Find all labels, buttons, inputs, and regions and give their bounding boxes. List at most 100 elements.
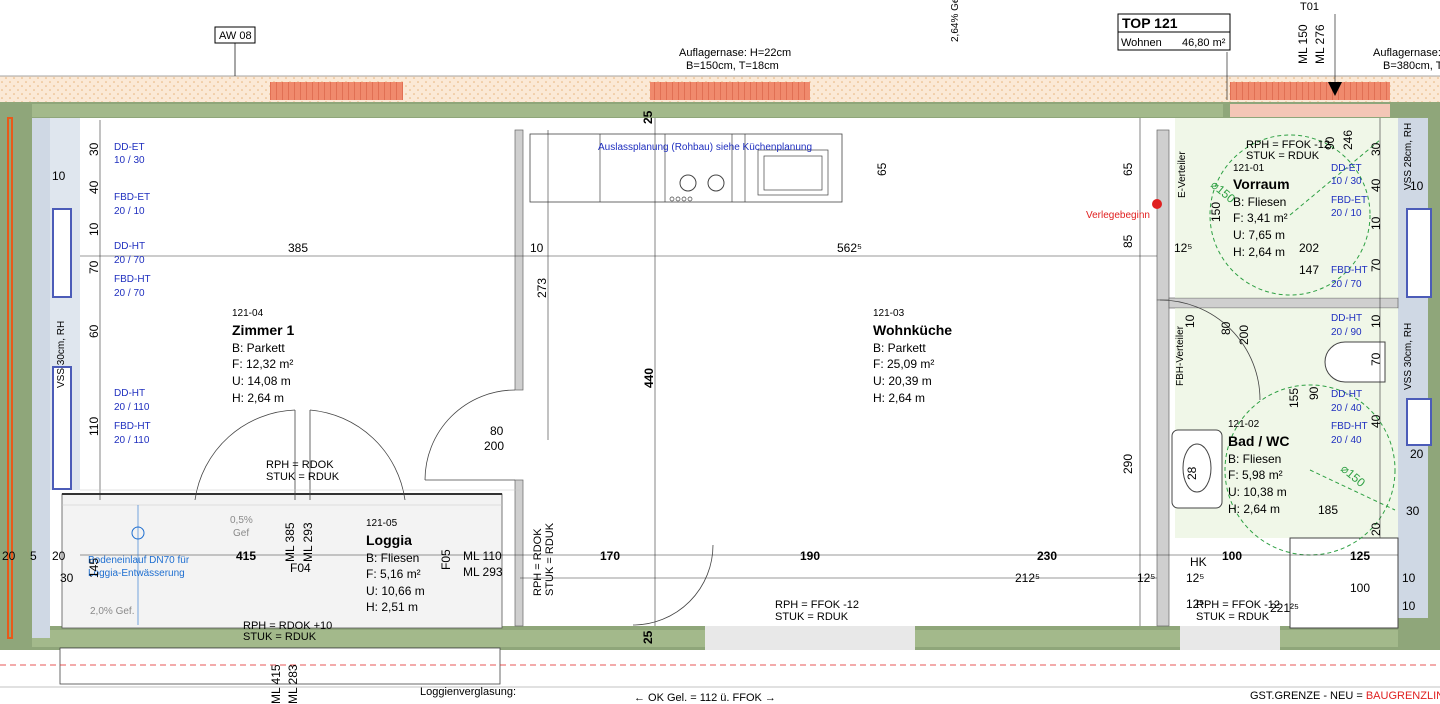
- svg-text:FBD-HT: FBD-HT: [1331, 265, 1368, 276]
- svg-text:DD-HT: DD-HT: [1331, 389, 1362, 400]
- svg-text:Vorraum: Vorraum: [1233, 176, 1290, 192]
- lintel-mid: [650, 82, 810, 100]
- svg-text:Bad / WC: Bad / WC: [1228, 433, 1289, 449]
- svg-text:20: 20: [2, 549, 16, 563]
- svg-text:H: 2,51 m: H: 2,51 m: [366, 600, 418, 614]
- slope-top: 2,64% Gef: [950, 0, 961, 42]
- svg-text:190: 190: [800, 549, 820, 563]
- svg-text:60: 60: [87, 324, 101, 338]
- top-use: Wohnen: [1121, 37, 1162, 49]
- lintel-left: [270, 82, 403, 100]
- svg-text:10: 10: [87, 222, 101, 236]
- svg-text:H: 2,64 m: H: 2,64 m: [1228, 502, 1280, 516]
- room-zimmer1: 121-04 Zimmer 1 B: Parkett F: 12,32 m² U…: [232, 308, 294, 405]
- svg-text:125: 125: [1350, 549, 1370, 563]
- t01-label: T01: [1300, 1, 1319, 13]
- svg-text:FBD-HT: FBD-HT: [1331, 421, 1368, 432]
- ml283-label: ML 283: [286, 664, 300, 704]
- svg-text:147: 147: [1299, 263, 1319, 277]
- svg-text:20: 20: [1410, 447, 1424, 461]
- svg-text:20 / 70: 20 / 70: [1331, 279, 1362, 290]
- svg-text:415: 415: [236, 549, 256, 563]
- floor-plan: TOP 121 Wohnen 46,80 m² AW 08 T01 Auflag…: [0, 0, 1440, 704]
- e-verteiler-label: E-Verteiler: [1177, 151, 1188, 198]
- f05-label: F05: [439, 549, 453, 570]
- svg-text:F: 5,98 m²: F: 5,98 m²: [1228, 468, 1283, 482]
- room-wohnkueche: 121-03 Wohnküche B: Parkett F: 25,09 m² …: [873, 308, 952, 405]
- svg-text:12⁵: 12⁵: [1174, 241, 1192, 255]
- svg-text:FBD-ET: FBD-ET: [1331, 195, 1367, 206]
- wall-zimmer-kitchen: [514, 129, 524, 391]
- svg-text:20: 20: [52, 549, 66, 563]
- svg-text:DD-HT: DD-HT: [114, 241, 145, 252]
- svg-text:U: 7,65 m: U: 7,65 m: [1233, 228, 1285, 242]
- svg-text:65: 65: [875, 162, 889, 176]
- lintel-left-1: Auflagernase: H=22cm: [679, 47, 791, 59]
- svg-text:30: 30: [87, 142, 101, 156]
- svg-text:12⁵: 12⁵: [1186, 597, 1204, 611]
- stuk-rduk-2: STUK = RDUK: [243, 631, 317, 643]
- gef-1: 0,5%: [230, 515, 253, 526]
- svg-text:385: 385: [288, 241, 308, 255]
- svg-text:121-01: 121-01: [1233, 163, 1265, 174]
- svg-text:20 / 110: 20 / 110: [114, 435, 150, 446]
- verlegebeginn-label: Verlegebeginn: [1086, 210, 1150, 221]
- svg-text:40: 40: [87, 180, 101, 194]
- top-area: 46,80 m²: [1182, 37, 1226, 49]
- svg-text:10: 10: [530, 241, 544, 255]
- svg-text:10: 10: [1402, 571, 1416, 585]
- ml385-label: ML 385: [283, 522, 297, 562]
- svg-text:B: Parkett: B: Parkett: [232, 341, 285, 355]
- svg-text:70: 70: [87, 260, 101, 274]
- svg-text:246: 246: [1341, 130, 1355, 150]
- stuk-rduk: STUK = RDUK: [266, 471, 340, 483]
- svg-text:28: 28: [1185, 466, 1199, 480]
- bodeneinlauf-2: Loggia-Entwässerung: [88, 568, 185, 579]
- svg-text:80: 80: [490, 424, 504, 438]
- svg-text:5: 5: [30, 549, 37, 563]
- ml150: ML 150: [1296, 24, 1310, 64]
- svg-text:H: 2,64 m: H: 2,64 m: [1233, 245, 1285, 259]
- svg-text:F: 25,09 m²: F: 25,09 m²: [873, 357, 934, 371]
- svg-text:40: 40: [1369, 178, 1383, 192]
- svg-text:Zimmer 1: Zimmer 1: [232, 322, 294, 338]
- lintel-right: [1230, 82, 1390, 100]
- svg-text:200: 200: [1237, 325, 1251, 345]
- stuk-vorraum: STUK = RDUK: [1246, 150, 1320, 162]
- svg-text:10: 10: [52, 169, 66, 183]
- vss-left-label: VSS 30cm, RH: [56, 321, 67, 388]
- svg-text:221²⁵: 221²⁵: [1270, 601, 1299, 615]
- svg-text:20 / 110: 20 / 110: [114, 402, 150, 413]
- f04-label: F04: [290, 561, 311, 575]
- svg-text:30: 30: [60, 571, 74, 585]
- svg-text:20 / 40: 20 / 40: [1331, 435, 1362, 446]
- svg-text:155: 155: [1287, 388, 1301, 408]
- svg-text:290: 290: [1121, 454, 1135, 474]
- svg-text:85: 85: [1121, 234, 1135, 248]
- svg-text:10 / 30: 10 / 30: [114, 155, 145, 166]
- rph-rdok: RPH = RDOK: [266, 459, 334, 471]
- svg-text:273: 273: [535, 278, 549, 298]
- ml110-label: ML 110: [463, 549, 502, 563]
- svg-text:U: 10,38 m: U: 10,38 m: [1228, 485, 1287, 499]
- room-vorraum: 121-01 Vorraum B: Fliesen F: 3,41 m² U: …: [1233, 163, 1290, 259]
- svg-text:121-03: 121-03: [873, 308, 905, 319]
- svg-text:70: 70: [1369, 352, 1383, 366]
- top-label: TOP 121: [1122, 15, 1178, 31]
- verlegebeginn-marker: [1152, 199, 1162, 209]
- svg-text:110: 110: [87, 417, 101, 436]
- svg-text:30: 30: [1369, 142, 1383, 156]
- wall-left: [0, 102, 32, 650]
- svg-text:F: 5,16 m²: F: 5,16 m²: [366, 567, 421, 581]
- shower-tray: [1289, 537, 1399, 629]
- svg-text:145: 145: [87, 558, 101, 578]
- svg-text:10: 10: [1183, 314, 1197, 328]
- svg-text:F: 12,32 m²: F: 12,32 m²: [232, 357, 293, 371]
- ml293-label: ML 293: [463, 565, 503, 579]
- svg-text:10 / 30: 10 / 30: [1331, 176, 1362, 187]
- svg-text:90: 90: [1323, 136, 1337, 150]
- svg-text:30: 30: [1406, 504, 1420, 518]
- svg-text:FBD-ET: FBD-ET: [114, 192, 150, 203]
- stuk-rduk-4: STUK = RDUK: [1196, 611, 1270, 623]
- svg-text:10: 10: [1369, 216, 1383, 230]
